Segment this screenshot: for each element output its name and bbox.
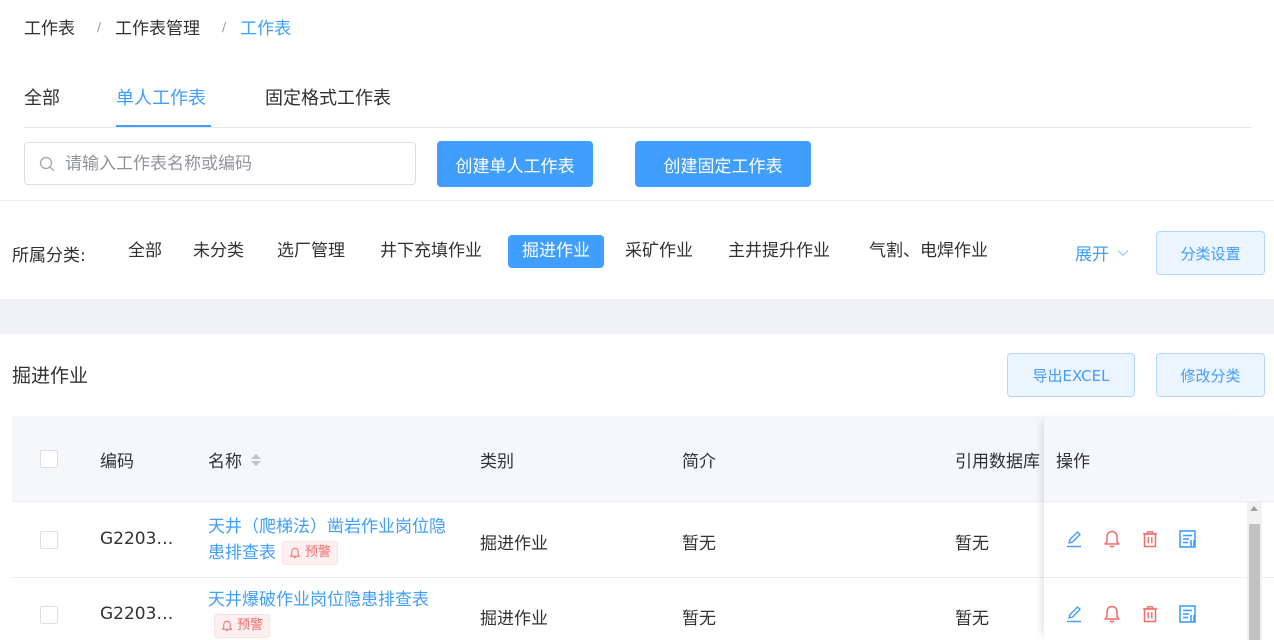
row-actions (1062, 602, 1200, 626)
operations-row (1044, 503, 1247, 578)
table-scrollbar[interactable] (1247, 502, 1262, 640)
category-uncategorized[interactable]: 未分类 (179, 235, 258, 268)
scroll-up-arrow-icon[interactable] (1250, 506, 1258, 511)
column-header-intro: 简介 (682, 452, 716, 472)
cell-category: 掘进作业 (480, 609, 548, 629)
bell-icon (289, 547, 301, 559)
cell-code: G2203… (100, 529, 174, 549)
category-filter-label: 所属分类: (12, 246, 86, 266)
warning-badge-label: 预警 (237, 618, 264, 633)
active-tab-indicator (116, 125, 211, 127)
column-header-operations: 操作 (1056, 452, 1090, 472)
search-icon (39, 156, 55, 172)
section-spacer (0, 299, 1274, 334)
cell-intro: 暂无 (682, 609, 716, 629)
expand-categories-toggle[interactable]: 展开 (1075, 240, 1129, 265)
warning-badge: 预警 (214, 614, 271, 638)
scrollbar-thumb[interactable] (1249, 524, 1260, 640)
chevron-down-icon (1117, 249, 1129, 256)
create-fixed-worksheet-button[interactable]: 创建固定工作表 (635, 141, 811, 187)
category-underground-filling[interactable]: 井下充填作业 (366, 235, 496, 268)
breadcrumb-item-worksheet-management[interactable]: 工作表管理 (115, 14, 200, 39)
category-main-shaft-hoisting[interactable]: 主井提升作业 (714, 235, 844, 268)
breadcrumb-item-worksheet[interactable]: 工作表 (24, 14, 75, 39)
edit-icon[interactable] (1062, 527, 1086, 551)
worksheet-type-tabs: 全部 单人工作表 固定格式工作表 (24, 84, 1252, 128)
column-header-name[interactable]: 名称 (208, 447, 262, 472)
form-settings-icon[interactable] (1176, 602, 1200, 626)
category-plant-management[interactable]: 选厂管理 (263, 235, 359, 268)
column-header-database: 引用数据库 (955, 452, 1040, 472)
expand-label: 展开 (1075, 245, 1109, 265)
create-single-worksheet-button[interactable]: 创建单人工作表 (437, 141, 593, 187)
cell-name: 天井爆破作业岗位隐患排查表 (208, 590, 429, 610)
category-tunneling[interactable]: 掘进作业 (508, 235, 604, 268)
warning-badge-label: 预警 (305, 545, 332, 560)
operations-column: 操作 (1044, 416, 1247, 640)
warning-badge: 预警 (282, 541, 339, 565)
search-box (24, 142, 416, 185)
operations-row (1044, 578, 1247, 640)
breadcrumb-separator: / (97, 19, 102, 34)
cell-category: 掘进作业 (480, 534, 548, 554)
section-title: 掘进作业 (12, 365, 89, 387)
category-settings-button[interactable]: 分类设置 (1156, 231, 1265, 275)
breadcrumb-item-current: 工作表 (240, 19, 292, 39)
delete-icon[interactable] (1138, 527, 1162, 551)
category-cutting-welding[interactable]: 气割、电焊作业 (855, 235, 1002, 268)
select-all-checkbox[interactable] (40, 450, 58, 468)
bell-alert-icon[interactable] (1100, 527, 1124, 551)
row-actions (1062, 527, 1200, 551)
form-settings-icon[interactable] (1176, 527, 1200, 551)
tab-single-worksheet[interactable]: 单人工作表 (116, 84, 206, 110)
cell-database: 暂无 (955, 534, 989, 554)
category-all[interactable]: 全部 (114, 235, 176, 268)
cell-intro: 暂无 (682, 534, 716, 554)
operations-header: 操作 (1044, 416, 1247, 502)
edit-icon[interactable] (1062, 602, 1086, 626)
divider (0, 200, 1274, 201)
worksheet-name-link[interactable]: 天井爆破作业岗位隐患排查表预警 (208, 587, 448, 639)
cell-code: G2203… (100, 604, 174, 624)
breadcrumb: 工作表 / 工作表管理 / 工作表 (24, 14, 291, 39)
row-checkbox[interactable] (40, 531, 58, 549)
export-excel-button[interactable]: 导出EXCEL (1007, 353, 1135, 397)
column-header-name-label: 名称 (208, 452, 242, 472)
tab-all[interactable]: 全部 (24, 84, 60, 110)
bell-icon (221, 620, 233, 632)
column-header-code: 编码 (100, 452, 134, 472)
worksheet-name-link[interactable]: 天井（爬梯法）凿岩作业岗位隐患排查表 预警 (208, 514, 448, 566)
tab-fixed-format-worksheet[interactable]: 固定格式工作表 (265, 84, 391, 110)
sort-icon[interactable] (250, 453, 262, 467)
category-mining[interactable]: 采矿作业 (611, 235, 707, 268)
breadcrumb-separator: / (222, 19, 227, 34)
category-filter: 所属分类: 全部 未分类 选厂管理 井下充填作业 掘进作业 采矿作业 主井提升作… (0, 230, 1274, 274)
cell-database: 暂无 (955, 609, 989, 629)
change-category-button[interactable]: 修改分类 (1156, 353, 1265, 397)
delete-icon[interactable] (1138, 602, 1162, 626)
column-header-category: 类别 (480, 452, 514, 472)
row-checkbox[interactable] (40, 606, 58, 624)
search-input[interactable] (65, 144, 405, 183)
bell-alert-icon[interactable] (1100, 602, 1124, 626)
